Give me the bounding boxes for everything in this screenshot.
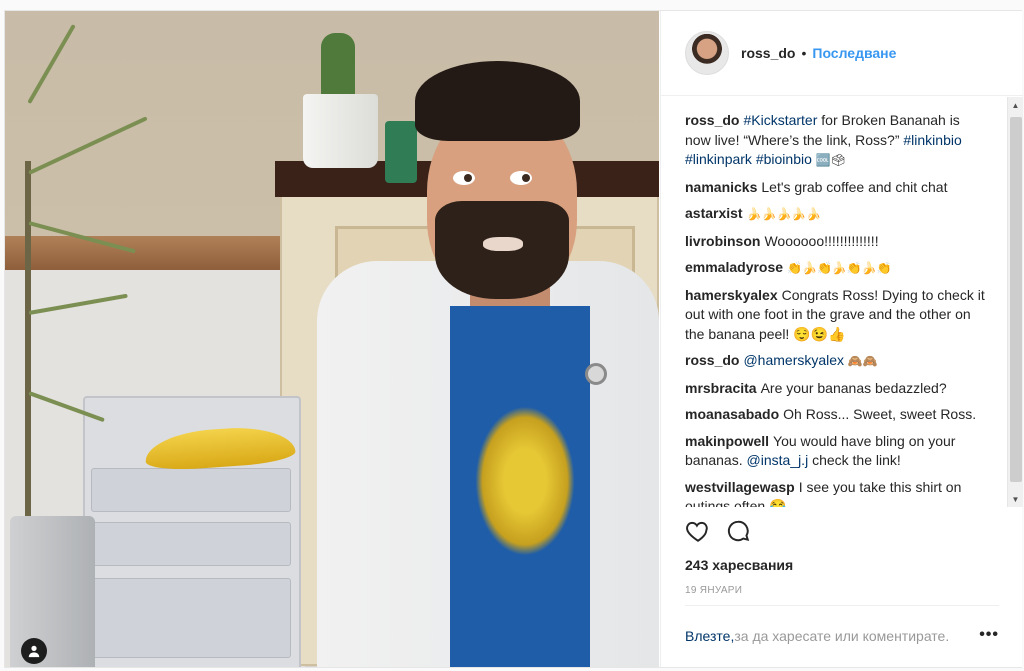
post-photo[interactable] [5, 11, 659, 667]
person-icon[interactable] [21, 638, 47, 664]
heart-outline-icon-svg [686, 521, 708, 542]
scroll-up-arrow-icon[interactable]: ▲ [1008, 97, 1023, 113]
comment-text: Are your bananas bedazzled? [760, 379, 947, 396]
post-frame: ross_do • Последване ross_do #Kickstarter… [4, 10, 1023, 668]
mention-link[interactable]: @hamerskyalex [743, 352, 844, 368]
hashtag-link[interactable]: #linkinpark [685, 151, 752, 167]
speech-bubble-icon[interactable] [725, 518, 751, 549]
photo-cactus [321, 33, 355, 99]
caption-emoji: 🆒🗳 [815, 153, 846, 167]
caption-username[interactable]: ross_do [685, 112, 739, 128]
photo-drawer [91, 578, 291, 658]
login-link[interactable]: Влезте, [685, 628, 734, 644]
comment-username[interactable]: astarxist [685, 205, 743, 221]
photo-eye [453, 171, 475, 185]
more-options-button[interactable]: ••• [979, 626, 999, 644]
comments-list[interactable]: ross_do #Kickstarter for Broken Bananah i… [661, 97, 1023, 507]
avatar[interactable] [685, 31, 729, 75]
hashtag-link[interactable]: #linkinbio [903, 132, 961, 148]
comment-item: mrsbracita Are your bananas bedazzled? [685, 379, 985, 399]
comment-username[interactable]: mrsbracita [685, 380, 757, 396]
likes-count[interactable]: 243 харесвания [685, 557, 793, 573]
header-username[interactable]: ross_do [741, 45, 795, 61]
follow-button[interactable]: Последване [812, 45, 896, 61]
comment-text: 🙈🙈 [844, 354, 878, 368]
comment-text: Oh Ross... Sweet, sweet Ross. [783, 406, 977, 422]
comments-scrollbar[interactable]: ▲ ▼ [1007, 97, 1023, 507]
comment-item: astarxist 🍌🍌🍌🍌🍌 [685, 204, 985, 225]
post-header: ross_do • Последване [661, 11, 1023, 96]
comment-username[interactable]: westvillagewasp [685, 479, 795, 495]
hashtag-link[interactable]: #Kickstarter [743, 112, 817, 128]
comment-item: moanasabado Oh Ross... Sweet, sweet Ross. [685, 405, 985, 425]
photo-drawer [91, 468, 291, 512]
comment-username[interactable]: hamerskyalex [685, 287, 778, 303]
comment-item: ross_do @hamerskyalex 🙈🙈 [685, 351, 985, 372]
caption: ross_do #Kickstarter for Broken Bananah i… [685, 111, 985, 171]
photo-pupil [522, 174, 530, 182]
comment-text: 🍌🍌🍌🍌🍌 [746, 207, 822, 221]
comment-username[interactable]: emmaladyrose [685, 259, 783, 275]
photo-plant-stem [25, 161, 31, 531]
photo-wall-trim [5, 236, 305, 270]
post-actions [685, 517, 1005, 549]
photo-pin [585, 363, 607, 385]
comment-username[interactable]: moanasabado [685, 406, 779, 422]
comment-text: 👏🍌👏🍌👏🍌👏 [787, 261, 892, 275]
photo-white-pot [303, 94, 378, 168]
comment-text: Woooooo!!!!!!!!!!!!!! [764, 232, 879, 249]
comment-username[interactable]: ross_do [685, 352, 739, 368]
header-separator: • [801, 45, 807, 61]
comments-inner: ross_do #Kickstarter for Broken Bananah i… [685, 111, 985, 507]
scroll-down-arrow-icon[interactable]: ▼ [1008, 491, 1023, 507]
comment-text: check the link! [808, 452, 901, 468]
comment-item: livrobinson Woooooo!!!!!!!!!!!!!! [685, 232, 985, 252]
photo-banana-print [475, 406, 575, 556]
photo-green-pot [385, 121, 417, 183]
hashtag-link[interactable]: #bioinbio [756, 151, 812, 167]
comment-username[interactable]: makinpowell [685, 433, 769, 449]
photo-mouth [483, 237, 523, 251]
comment-username[interactable]: namanicks [685, 179, 757, 195]
photo-pupil [464, 174, 472, 182]
comment-item: westvillagewasp I see you take this shirt… [685, 478, 985, 508]
comment-item: hamerskyalex Congrats Ross! Dying to chec… [685, 286, 985, 345]
photo-drawer [91, 522, 291, 566]
speech-bubble-icon-svg [727, 520, 750, 541]
heart-outline-icon[interactable] [685, 518, 711, 549]
comment-item: namanicks Let's grab coffee and chit chat [685, 178, 985, 198]
login-prompt: Влезте, за да харесате или коментирате. … [685, 605, 999, 665]
post-date[interactable]: 19 ЯНУАРИ [685, 585, 742, 596]
comment-item: emmaladyrose 👏🍌👏🍌👏🍌👏 [685, 258, 985, 279]
comment-username[interactable]: livrobinson [685, 233, 760, 249]
comment-item: makinpowell You would have bling on your … [685, 432, 985, 471]
post-side-panel: ross_do • Последване ross_do #Kickstarter… [660, 11, 1023, 667]
person-icon-svg [28, 645, 40, 658]
scrollbar-thumb[interactable] [1010, 117, 1022, 482]
photo-eye [510, 171, 532, 185]
comment-text: Let's grab coffee and chit chat [761, 178, 948, 195]
photo-hair [415, 61, 580, 141]
mention-link[interactable]: @insta_j.j [747, 452, 809, 468]
login-prompt-text: за да харесате или коментирате. [734, 627, 950, 644]
